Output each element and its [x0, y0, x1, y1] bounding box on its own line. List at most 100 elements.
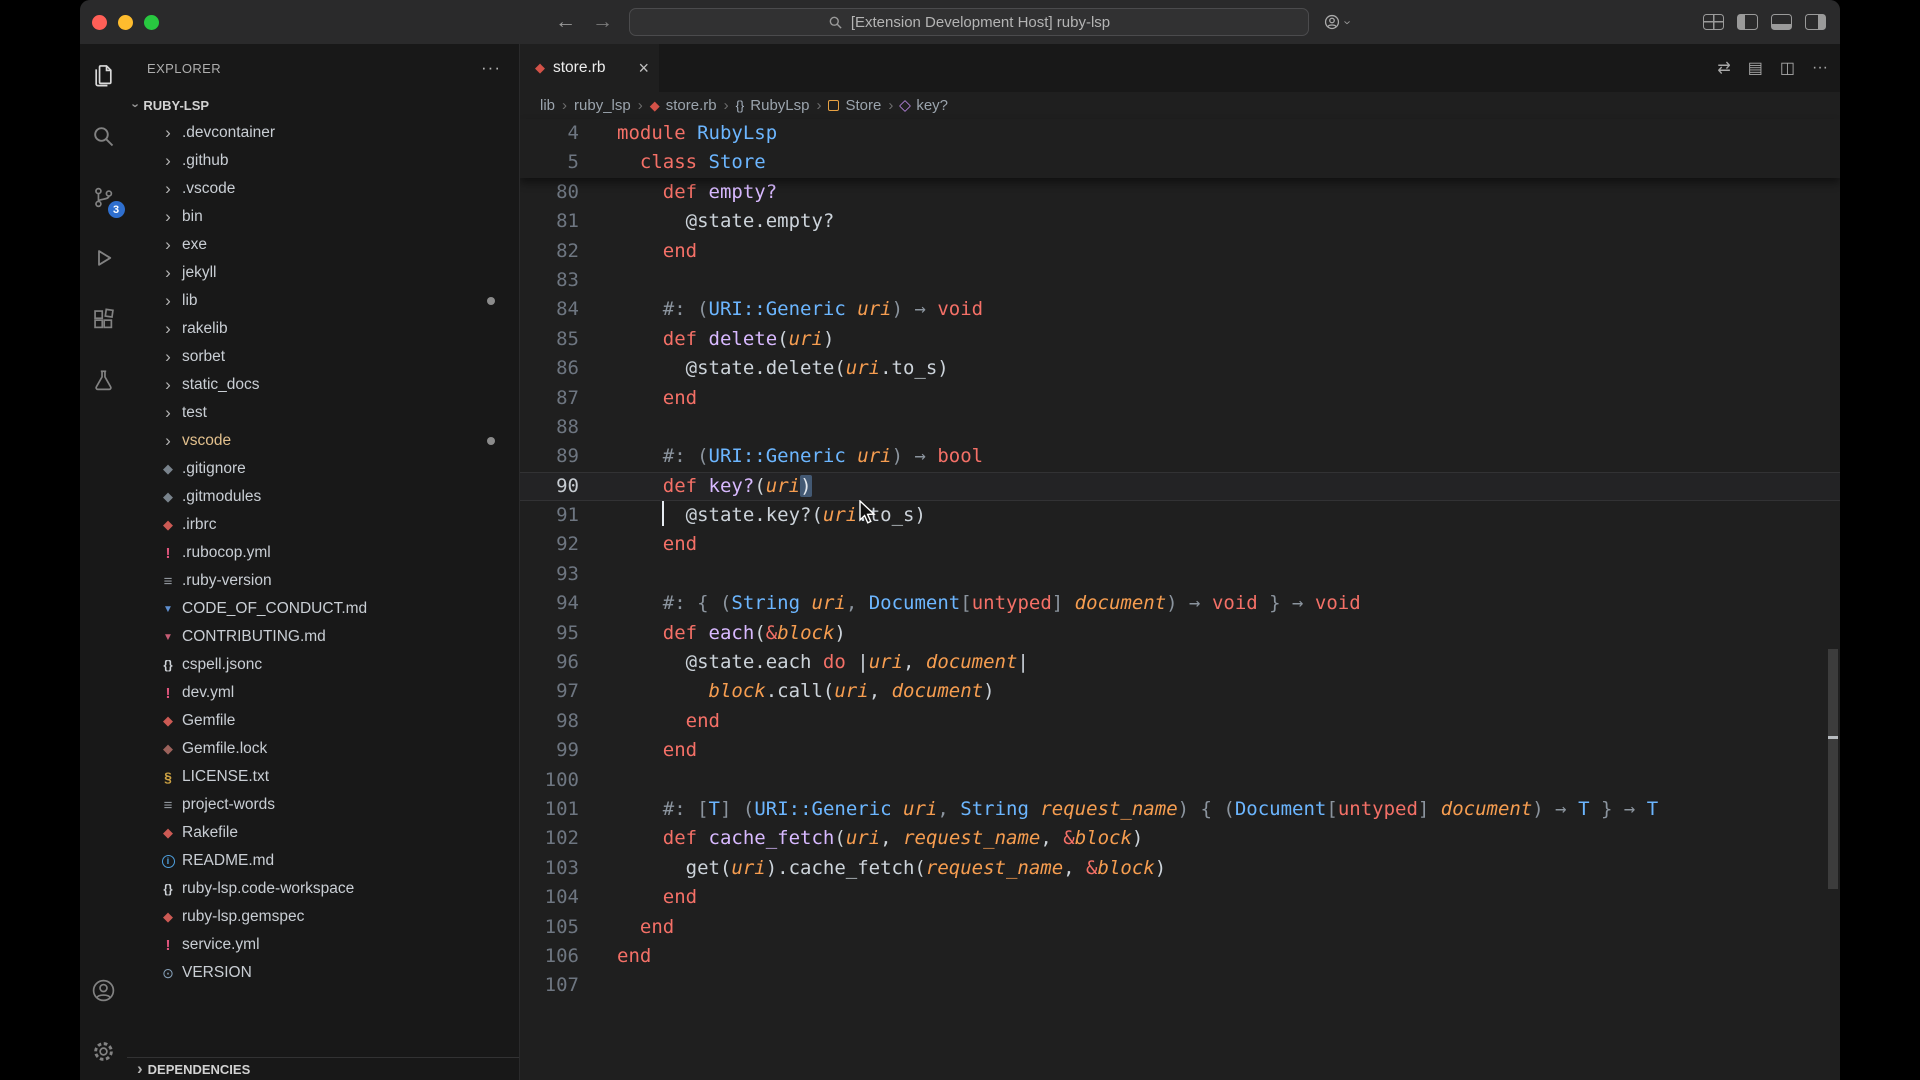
code-line-105[interactable]: 105 end — [520, 913, 1840, 942]
line-number[interactable]: 96 — [520, 648, 579, 677]
tree-item-static-docs[interactable]: ›static_docs — [127, 371, 519, 399]
tree-item-ruby-lsp-gemspec[interactable]: ◆ruby-lsp.gemspec — [127, 903, 519, 931]
tree-item-rakelib[interactable]: ›rakelib — [127, 315, 519, 343]
tree-item-gemfile[interactable]: ◆Gemfile — [127, 707, 519, 735]
line-content[interactable] — [579, 560, 617, 589]
activity-item-account[interactable] — [82, 967, 126, 1014]
code-area[interactable]: 4module RubyLsp5 class Store 80 def empt… — [520, 119, 1840, 1080]
line-content[interactable] — [579, 413, 617, 442]
breadcrumb-item-store-rb[interactable]: ◆store.rb — [650, 97, 717, 114]
tree-item-ruby-lsp-code-workspace[interactable]: {}ruby-lsp.code-workspace — [127, 875, 519, 903]
line-number[interactable]: 97 — [520, 677, 579, 706]
code-line-94[interactable]: 94 #: { (String uri, Document[untyped] d… — [520, 589, 1840, 618]
line-content[interactable]: #: (URI::Generic uri) → void — [579, 295, 983, 324]
close-window-button[interactable] — [92, 15, 107, 30]
breadcrumb-item-key[interactable]: key? — [900, 97, 948, 114]
profile-menu[interactable]: › — [1323, 0, 1350, 44]
command-center[interactable]: [Extension Development Host] ruby-lsp — [629, 8, 1309, 36]
line-number[interactable]: 88 — [520, 413, 579, 442]
code-line-95[interactable]: 95 def each(&block) — [520, 619, 1840, 648]
line-content[interactable]: #: [T] (URI::Generic uri, String request… — [579, 795, 1658, 824]
line-content[interactable]: end — [579, 942, 651, 971]
line-content[interactable]: @state.each do |uri, document| — [579, 648, 1029, 677]
line-number[interactable]: 92 — [520, 530, 579, 559]
line-content[interactable]: def each(&block) — [579, 619, 846, 648]
line-number[interactable]: 98 — [520, 707, 579, 736]
code-line-104[interactable]: 104 end — [520, 883, 1840, 912]
toggle-panel-icon[interactable] — [1771, 14, 1792, 30]
line-content[interactable]: def delete(uri) — [579, 325, 834, 354]
line-content[interactable]: @state.delete(uri.to_s) — [579, 354, 949, 383]
line-content[interactable]: def key?(uri) — [579, 472, 812, 501]
open-changes-icon[interactable]: ▤ — [1748, 58, 1763, 78]
tree-item-lib[interactable]: ›lib — [127, 287, 519, 315]
more-actions-icon[interactable]: ··· — [481, 58, 501, 78]
tree-item-version[interactable]: ⊙VERSION — [127, 959, 519, 987]
code-line-86[interactable]: 86 @state.delete(uri.to_s) — [520, 354, 1840, 383]
line-content[interactable]: def empty? — [579, 178, 777, 207]
tree-item-dev-yml[interactable]: !dev.yml — [127, 679, 519, 707]
line-number[interactable]: 102 — [520, 824, 579, 853]
tree-item-vscode[interactable]: ›vscode — [127, 427, 519, 455]
activity-item-extensions[interactable] — [82, 296, 126, 343]
code-line-102[interactable]: 102 def cache_fetch(uri, request_name, &… — [520, 824, 1840, 853]
more-actions-icon[interactable]: ··· — [1812, 59, 1828, 77]
line-content[interactable]: end — [579, 707, 720, 736]
breadcrumb-item-store[interactable]: Store — [828, 97, 881, 114]
code-line-92[interactable]: 92 end — [520, 530, 1840, 559]
breadcrumb-item-rubylsp[interactable]: {}RubyLsp — [736, 97, 810, 114]
code-line-103[interactable]: 103 get(uri).cache_fetch(request_name, &… — [520, 854, 1840, 883]
forward-button[interactable]: → — [592, 10, 613, 34]
line-number[interactable]: 91 — [520, 501, 579, 530]
activity-item-search[interactable] — [82, 113, 126, 160]
code-line-89[interactable]: 89 #: (URI::Generic uri) → bool — [520, 442, 1840, 471]
tab-store-rb[interactable]: ◆ store.rb × — [520, 44, 659, 92]
code-line-4[interactable]: 4module RubyLsp — [520, 119, 1840, 148]
line-number[interactable]: 94 — [520, 589, 579, 618]
activity-item-source-control[interactable]: 3 — [82, 174, 126, 221]
line-content[interactable] — [579, 266, 617, 295]
toggle-secondary-sidebar-icon[interactable] — [1805, 14, 1826, 30]
line-number[interactable]: 81 — [520, 207, 579, 236]
tree-item-bin[interactable]: ›bin — [127, 203, 519, 231]
line-number[interactable]: 90 — [520, 472, 579, 501]
close-tab-icon[interactable]: × — [638, 58, 649, 79]
tree-item-contributing-md[interactable]: ▼CONTRIBUTING.md — [127, 623, 519, 651]
minimize-window-button[interactable] — [118, 15, 133, 30]
line-number[interactable]: 101 — [520, 795, 579, 824]
code-line-97[interactable]: 97 block.call(uri, document) — [520, 677, 1840, 706]
line-content[interactable]: @state.empty? — [579, 207, 834, 236]
tree-item-rubocop-yml[interactable]: !.rubocop.yml — [127, 539, 519, 567]
tree-item-jekyll[interactable]: ›jekyll — [127, 259, 519, 287]
tree-item-service-yml[interactable]: !service.yml — [127, 931, 519, 959]
line-content[interactable]: end — [579, 736, 697, 765]
tree-item-gitmodules[interactable]: ◆.gitmodules — [127, 483, 519, 511]
code-line-90[interactable]: 90 def key?(uri) — [520, 472, 1840, 501]
line-content[interactable]: block.call(uri, document) — [579, 677, 995, 706]
tree-item-project-words[interactable]: ≡project-words — [127, 791, 519, 819]
breadcrumb-item-ruby-lsp[interactable]: ruby_lsp — [574, 97, 631, 114]
code-line-96[interactable]: 96 @state.each do |uri, document| — [520, 648, 1840, 677]
back-button[interactable]: ← — [555, 10, 576, 34]
line-content[interactable]: def cache_fetch(uri, request_name, &bloc… — [579, 824, 1143, 853]
tree-item-vscode[interactable]: ›.vscode — [127, 175, 519, 203]
line-number[interactable]: 106 — [520, 942, 579, 971]
code-line-107[interactable]: 107 — [520, 971, 1840, 1000]
line-number[interactable]: 100 — [520, 766, 579, 795]
code-line-87[interactable]: 87 end — [520, 384, 1840, 413]
tree-item-devcontainer[interactable]: ›.devcontainer — [127, 119, 519, 147]
line-content[interactable]: get(uri).cache_fetch(request_name, &bloc… — [579, 854, 1166, 883]
line-number[interactable]: 84 — [520, 295, 579, 324]
activity-item-run-debug[interactable] — [82, 235, 126, 282]
toggle-primary-sidebar-icon[interactable] — [1737, 14, 1758, 30]
line-content[interactable]: end — [579, 384, 697, 413]
code-line-106[interactable]: 106end — [520, 942, 1840, 971]
line-content[interactable] — [579, 971, 617, 1000]
activity-item-testing[interactable] — [82, 357, 126, 404]
tree-item-exe[interactable]: ›exe — [127, 231, 519, 259]
section-header-ruby-lsp[interactable]: › RUBY-LSP — [127, 92, 519, 119]
tree-item-gitignore[interactable]: ◆.gitignore — [127, 455, 519, 483]
split-editor-icon[interactable]: ◫ — [1780, 58, 1795, 78]
tree-item-readme-md[interactable]: iREADME.md — [127, 847, 519, 875]
code-line-5[interactable]: 5 class Store — [520, 148, 1840, 177]
